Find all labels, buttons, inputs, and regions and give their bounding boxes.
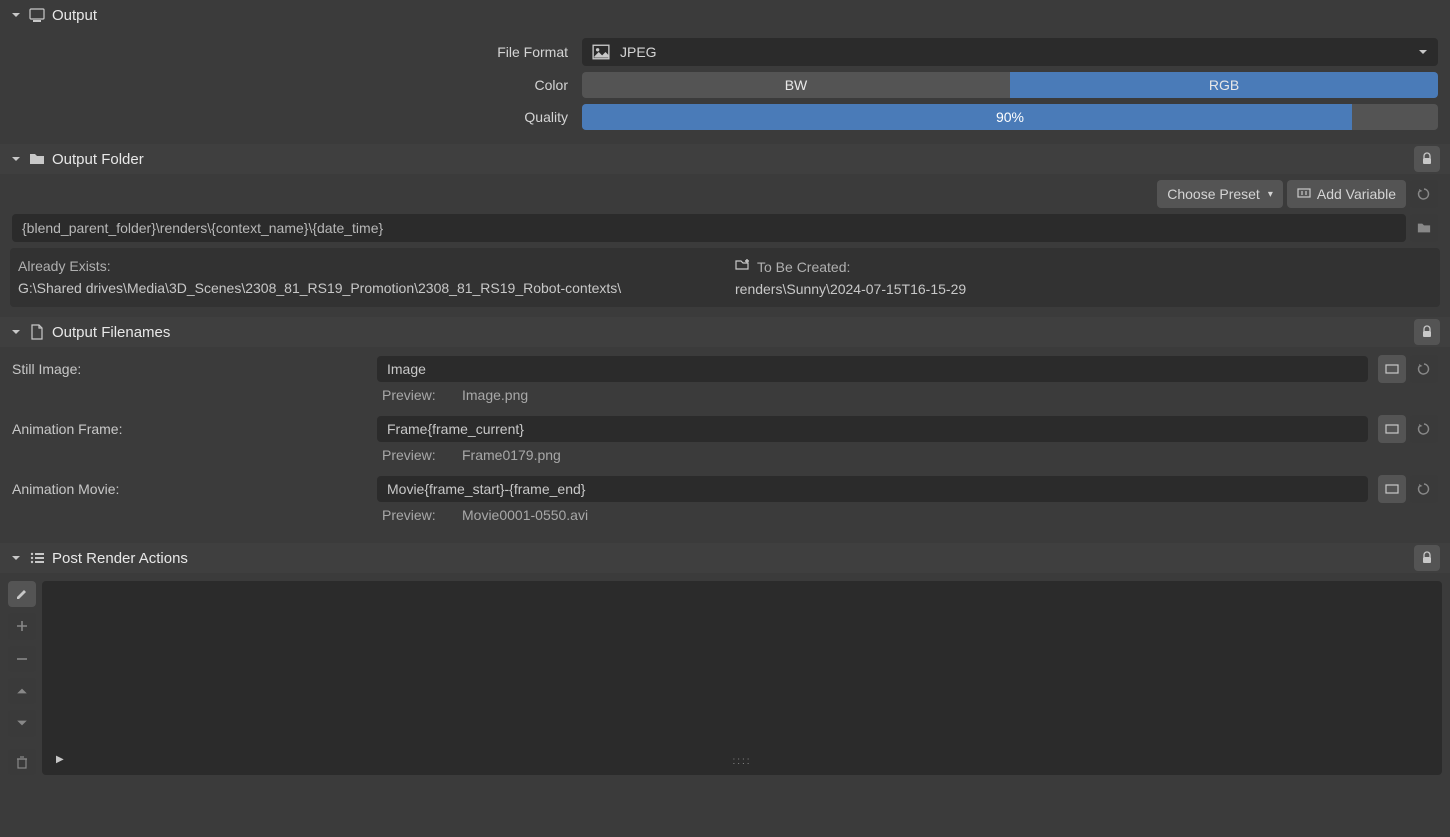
preview-label: Preview: — [382, 447, 452, 463]
output-content: File Format JPEG Color BW RGB Quality 90… — [0, 30, 1450, 144]
file-format-value: JPEG — [620, 44, 657, 60]
reset-icon[interactable] — [1410, 415, 1438, 443]
variable-icon[interactable] — [1378, 355, 1406, 383]
output-title: Output — [52, 7, 97, 24]
output-folder-header[interactable]: Output Folder — [0, 144, 1450, 174]
quality-slider[interactable]: 90% — [582, 104, 1438, 130]
animation-movie-input[interactable] — [377, 476, 1368, 502]
color-bw-button[interactable]: BW — [582, 72, 1010, 98]
animation-movie-preview: Movie0001-0550.avi — [462, 507, 588, 523]
post-render-header[interactable]: Post Render Actions — [0, 543, 1450, 573]
variable-icon — [1297, 186, 1311, 203]
output-folder-path-row — [0, 214, 1450, 248]
output-filenames-content: Still Image: Preview: Image.png Animatio… — [0, 347, 1450, 543]
output-folder-info: Already Exists: G:\Shared drives\Media\3… — [10, 248, 1440, 307]
output-panel-header[interactable]: Output — [0, 0, 1450, 30]
chevron-down-icon[interactable] — [10, 552, 22, 564]
image-icon — [592, 43, 610, 61]
animation-frame-preview: Frame0179.png — [462, 447, 561, 463]
still-image-input[interactable] — [377, 356, 1368, 382]
output-path-input[interactable] — [12, 214, 1406, 242]
animation-frame-input[interactable] — [377, 416, 1368, 442]
list-icon — [28, 549, 46, 567]
reset-icon[interactable] — [1410, 355, 1438, 383]
reset-icon[interactable] — [1410, 180, 1438, 208]
output-filenames-header[interactable]: Output Filenames — [0, 317, 1450, 347]
post-render-content: ▶ :::: — [0, 573, 1450, 783]
post-render-sidebar — [8, 581, 36, 775]
output-icon — [28, 6, 46, 24]
lock-icon[interactable] — [1414, 146, 1440, 172]
color-rgb-button[interactable]: RGB — [1010, 72, 1438, 98]
post-render-list[interactable]: ▶ :::: — [42, 581, 1442, 775]
trash-icon[interactable] — [8, 749, 36, 775]
lock-icon[interactable] — [1414, 545, 1440, 571]
chevron-down-icon: ▾ — [1268, 189, 1273, 200]
chevron-down-icon[interactable] — [10, 9, 22, 21]
already-exists-value: G:\Shared drives\Media\3D_Scenes\2308_81… — [18, 280, 715, 296]
animation-movie-label: Animation Movie: — [12, 481, 367, 497]
move-up-icon[interactable] — [8, 678, 36, 704]
chevron-down-icon — [1418, 44, 1428, 60]
file-icon — [28, 323, 46, 341]
chevron-down-icon[interactable] — [10, 326, 22, 338]
add-icon[interactable] — [8, 613, 36, 639]
to-be-created-label: To Be Created: — [757, 259, 850, 275]
color-label: Color — [12, 77, 572, 93]
create-folder-icon — [735, 258, 751, 275]
chevron-down-icon[interactable] — [10, 153, 22, 165]
animation-frame-label: Animation Frame: — [12, 421, 367, 437]
remove-icon[interactable] — [8, 646, 36, 672]
still-image-label: Still Image: — [12, 361, 367, 377]
preview-label: Preview: — [382, 387, 452, 403]
file-format-dropdown[interactable]: JPEG — [582, 38, 1438, 66]
add-variable-button[interactable]: Add Variable — [1287, 180, 1406, 208]
variable-icon[interactable] — [1378, 475, 1406, 503]
post-render-title: Post Render Actions — [52, 550, 188, 567]
browse-folder-icon[interactable] — [1410, 214, 1438, 242]
output-filenames-title: Output Filenames — [52, 324, 170, 341]
move-down-icon[interactable] — [8, 710, 36, 736]
file-format-label: File Format — [12, 44, 572, 60]
quality-value: 90% — [582, 104, 1438, 130]
edit-icon[interactable] — [8, 581, 36, 607]
choose-preset-dropdown[interactable]: Choose Preset ▾ — [1157, 180, 1283, 208]
to-be-created-value: renders\Sunny\2024-07-15T16-15-29 — [735, 281, 1432, 297]
output-folder-title: Output Folder — [52, 151, 144, 168]
lock-icon[interactable] — [1414, 319, 1440, 345]
variable-icon[interactable] — [1378, 415, 1406, 443]
already-exists-label: Already Exists: — [18, 258, 715, 274]
preview-label: Preview: — [382, 507, 452, 523]
play-icon[interactable]: ▶ — [56, 754, 64, 765]
quality-label: Quality — [12, 109, 572, 125]
output-folder-toolbar: Choose Preset ▾ Add Variable — [0, 174, 1450, 214]
color-toggle: BW RGB — [582, 72, 1438, 98]
folder-icon — [28, 150, 46, 168]
still-image-preview: Image.png — [462, 387, 528, 403]
drag-handle-icon[interactable]: :::: — [732, 756, 751, 767]
reset-icon[interactable] — [1410, 475, 1438, 503]
